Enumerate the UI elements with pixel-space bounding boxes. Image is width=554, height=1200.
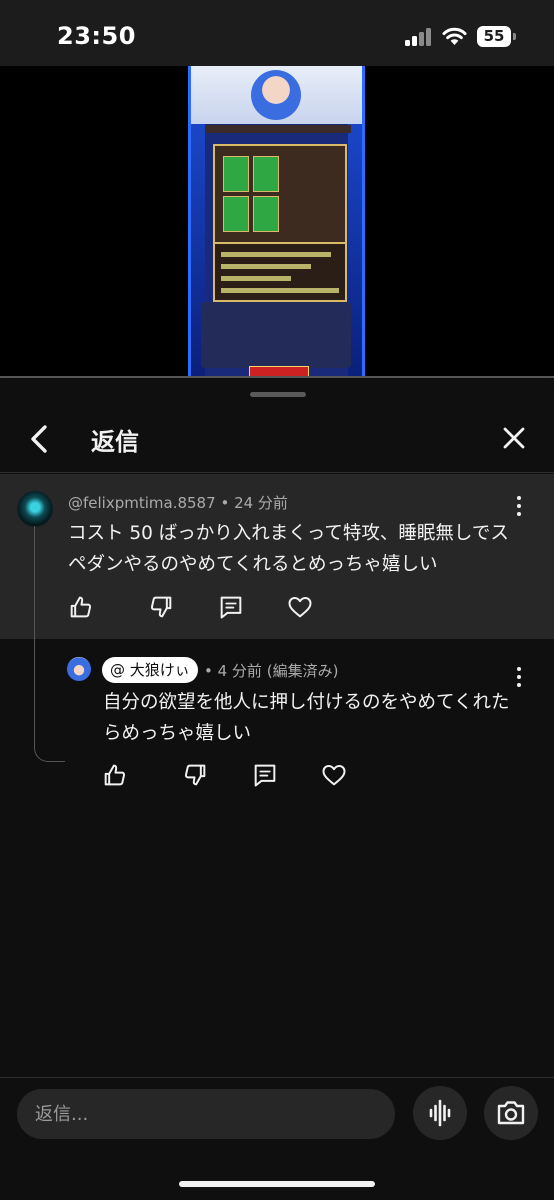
- comment-meta: @felixpmtima.8587 • 24 分前: [68, 492, 288, 513]
- meta-separator: •: [220, 494, 235, 512]
- voice-button[interactable]: [413, 1086, 467, 1140]
- reply-composer: [0, 1077, 554, 1200]
- drag-handle[interactable]: [250, 392, 306, 397]
- comment-actions: [101, 761, 361, 791]
- more-options-icon[interactable]: [509, 494, 529, 518]
- reply-icon[interactable]: [217, 593, 245, 621]
- more-options-icon[interactable]: [509, 665, 529, 689]
- status-bar: 23:50 55: [0, 0, 554, 66]
- game-video-thumbnail: [188, 66, 365, 378]
- video-player[interactable]: [0, 66, 554, 378]
- dislike-icon[interactable]: [181, 761, 209, 789]
- author-chip[interactable]: @ 大狼けぃ: [102, 657, 198, 683]
- header-divider: [0, 472, 554, 473]
- heart-icon[interactable]: [286, 593, 314, 621]
- character-portrait: [251, 70, 301, 120]
- camera-button[interactable]: [484, 1086, 538, 1140]
- dislike-icon[interactable]: [147, 593, 175, 621]
- reply-icon[interactable]: [251, 761, 279, 789]
- comment-text: 自分の欲望を他人に押し付けるのをやめてくれたらめっちゃ嬉しい: [103, 692, 510, 744]
- heart-icon[interactable]: [320, 761, 348, 789]
- home-indicator[interactable]: [179, 1181, 375, 1187]
- sheet-header: 返信: [0, 408, 554, 472]
- avatar[interactable]: [17, 491, 53, 527]
- comment-time: 24 分前: [234, 494, 288, 512]
- comment-actions: [67, 593, 327, 623]
- voice-icon: [429, 1099, 451, 1127]
- parent-comment: @felixpmtima.8587 • 24 分前 コスト 50 ばっかり入れま…: [0, 474, 554, 639]
- reply-input[interactable]: [17, 1089, 395, 1139]
- comment-meta: • 4 分前 (編集済み): [204, 660, 338, 681]
- comment-time: 4 分前: [217, 662, 262, 680]
- reply-comment: @ 大狼けぃ • 4 分前 (編集済み) 自分の欲望を他人に押し付けるのをやめて…: [0, 641, 554, 821]
- wifi-icon: [442, 27, 467, 45]
- page-title: 返信: [91, 428, 139, 456]
- like-icon[interactable]: [67, 593, 95, 621]
- close-icon[interactable]: [498, 422, 530, 454]
- chevron-left-icon[interactable]: [24, 422, 54, 456]
- cellular-signal-icon: [405, 28, 433, 46]
- meta-separator: •: [204, 662, 218, 680]
- comment-author[interactable]: @felixpmtima.8587: [68, 494, 216, 512]
- comment-text: コスト 50 ばっかり入れまくって特攻、睡眠無しでスペダンやるのやめてくれるとめ…: [68, 523, 509, 575]
- battery-icon: 55: [477, 26, 517, 47]
- camera-icon: [497, 1101, 525, 1125]
- like-icon[interactable]: [101, 761, 129, 789]
- avatar[interactable]: [67, 657, 91, 681]
- replies-sheet: 返信 @felixpmtima.8587 • 24 分前 コスト 50 ばっかり…: [0, 378, 554, 1199]
- status-time: 23:50: [57, 22, 136, 50]
- edited-label: (編集済み): [266, 662, 339, 680]
- battery-level: 55: [477, 26, 511, 47]
